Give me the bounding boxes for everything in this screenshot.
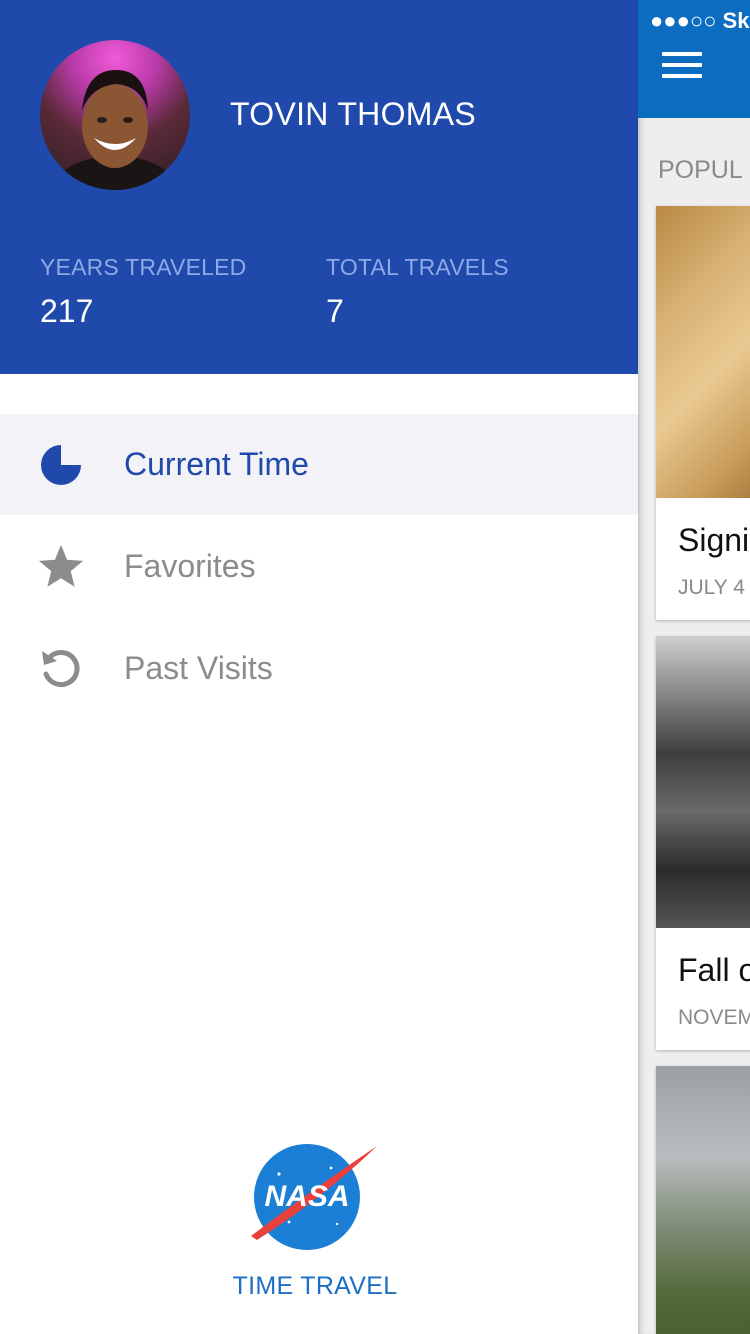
avatar-image [53, 70, 177, 190]
stat-value: 217 [40, 293, 94, 329]
logo-text: NASA [264, 1180, 349, 1213]
brand-tagline: TIME TRAVEL [232, 1272, 398, 1300]
stat-value: 7 [326, 293, 344, 329]
menu-item-favorites[interactable]: Favorites [0, 515, 638, 617]
star-icon [38, 543, 84, 589]
event-card[interactable]: Fall o NOVEM [656, 636, 750, 1050]
app-header: ●●●○○ Sk [638, 0, 750, 118]
menu-item-label: Favorites [124, 547, 256, 584]
user-name: TOVIN THOMAS [230, 96, 477, 132]
menu-item-label: Past Visits [124, 649, 273, 686]
section-title: POPUL [658, 156, 743, 184]
stat-label: TOTAL TRAVELS [326, 254, 509, 280]
event-card-title: Fall o [678, 952, 750, 988]
brand-footer: NASA TIME TRAVEL [0, 1140, 638, 1300]
nasa-logo-icon: NASA [251, 1144, 377, 1250]
event-card-date: NOVEM [678, 1006, 750, 1029]
event-card[interactable]: Signi JULY 4 [656, 206, 750, 620]
event-card[interactable] [656, 1066, 750, 1334]
main-screen-behind-drawer[interactable]: ●●●○○ Sk POPUL Signi JULY 4 Fall o NOVEM [638, 0, 750, 1334]
event-card-title: Signi [678, 522, 750, 558]
avatar[interactable] [40, 40, 190, 190]
history-icon [38, 645, 84, 691]
event-card-image [656, 206, 750, 498]
stat-label: YEARS TRAVELED [40, 254, 247, 280]
drawer-menu: Current Time Favorites Past Visits [0, 414, 638, 719]
menu-icon[interactable] [662, 52, 702, 78]
menu-item-label: Current Time [124, 446, 309, 482]
profile-header: TOVIN THOMAS YEARS TRAVELED 217 TOTAL TR… [0, 0, 638, 374]
status-bar: ●●●○○ Sk [650, 8, 750, 33]
stat-years-traveled: YEARS TRAVELED 217 [40, 254, 246, 330]
menu-item-past-visits[interactable]: Past Visits [0, 617, 638, 719]
stat-total-travels: TOTAL TRAVELS 7 [326, 254, 509, 330]
event-card-date: JULY 4 [678, 576, 745, 599]
event-card-image [656, 636, 750, 928]
pie-clock-icon [38, 442, 84, 488]
event-card-image [656, 1066, 750, 1334]
navigation-drawer: TOVIN THOMAS YEARS TRAVELED 217 TOTAL TR… [0, 0, 638, 1334]
menu-item-current-time[interactable]: Current Time [0, 414, 638, 515]
